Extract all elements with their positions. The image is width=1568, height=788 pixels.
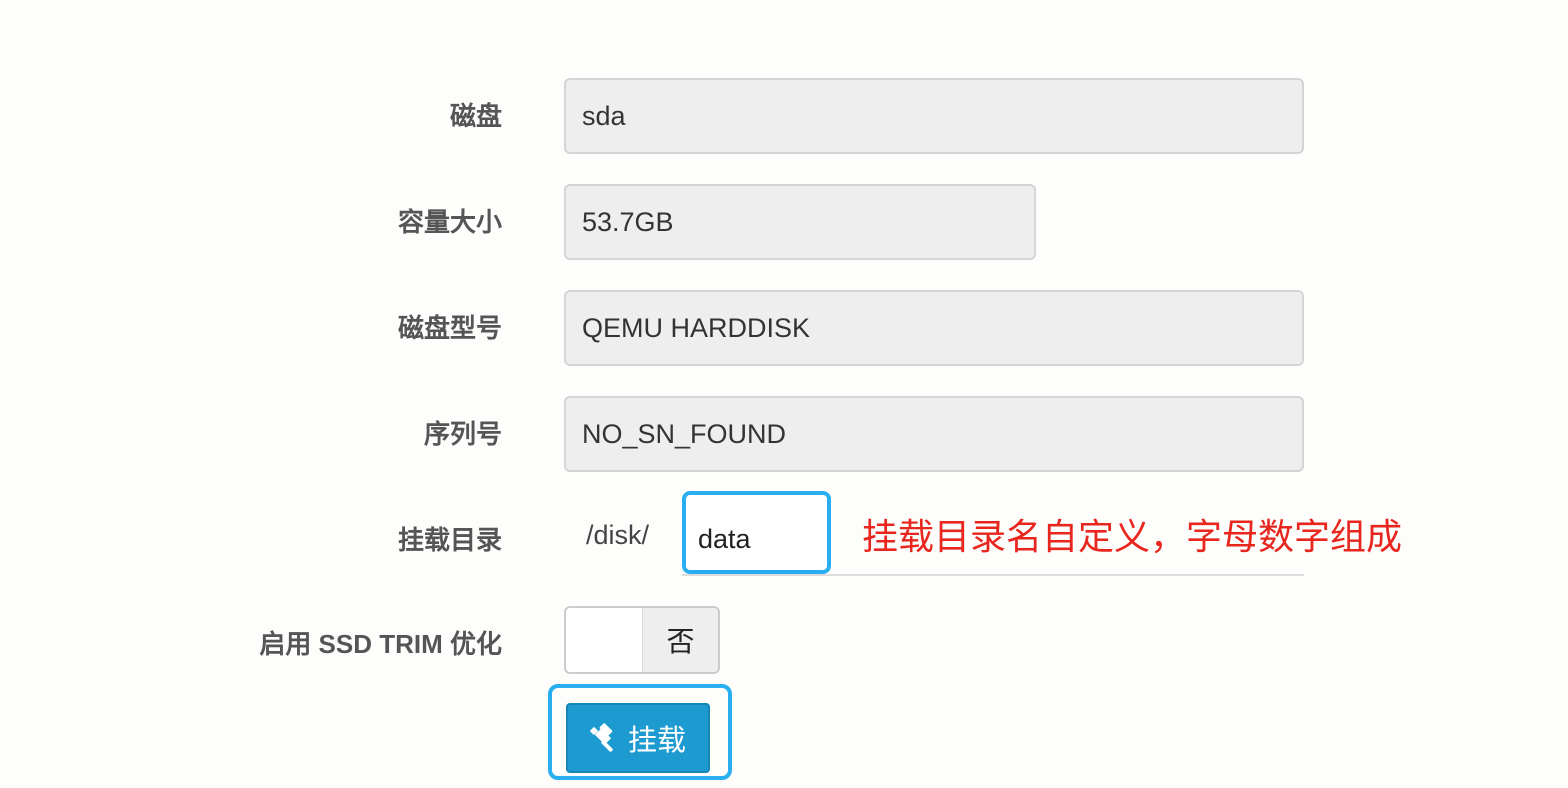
capacity-field: 53.7GB xyxy=(564,184,1036,260)
serial-label: 序列号 xyxy=(423,419,502,449)
disk-value: sda xyxy=(582,100,626,131)
gavel-icon xyxy=(590,723,613,752)
mount-button[interactable]: 挂载 xyxy=(566,703,710,773)
model-field: QEMU HARDDISK xyxy=(564,290,1304,366)
serial-field: NO_SN_FOUND xyxy=(564,396,1304,472)
model-label: 磁盘型号 xyxy=(397,313,502,343)
disk-label: 磁盘 xyxy=(449,101,502,131)
mount-dir-input[interactable] xyxy=(682,491,831,574)
mount-button-label: 挂载 xyxy=(627,725,686,757)
mount-dir-annotation: 挂载目录名自定义，字母数字组成 xyxy=(862,516,1403,557)
mount-dir-label: 挂载目录 xyxy=(397,525,502,555)
capacity-value: 53.7GB xyxy=(582,206,674,237)
ssd-trim-toggle-state: 否 xyxy=(642,608,718,672)
ssd-trim-label: 启用 SSD TRIM 优化 xyxy=(259,629,502,659)
disk-field: sda xyxy=(564,78,1304,154)
mount-dir-underline xyxy=(682,574,1304,576)
ssd-trim-toggle[interactable]: 否 xyxy=(564,606,720,674)
model-value: QEMU HARDDISK xyxy=(582,312,811,343)
mount-dir-prefix: /disk/ xyxy=(586,520,650,550)
serial-value: NO_SN_FOUND xyxy=(582,418,787,449)
capacity-label: 容量大小 xyxy=(397,207,502,237)
mount-disk-form: 磁盘 sda 容量大小 53.7GB 磁盘型号 QEMU HARDDISK 序列… xyxy=(0,0,1568,788)
